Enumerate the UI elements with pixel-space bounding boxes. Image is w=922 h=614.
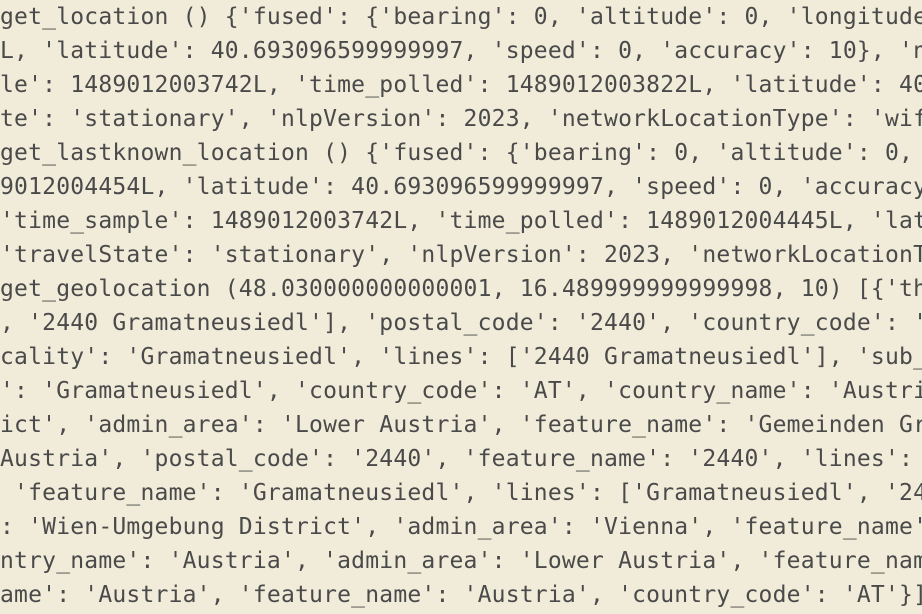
output-log: get_location () {'fused': {'bearing': 0,…: [0, 0, 922, 612]
output-line: 'time_sample': 1489012003742L, 'time_pol…: [0, 208, 922, 234]
output-line: cality': 'Gramatneusiedl', 'lines': ['24…: [0, 344, 922, 370]
output-line: L, 'latitude': 40.693096599999997, 'spee…: [0, 38, 922, 64]
output-line: te': 'stationary', 'nlpVersion': 2023, '…: [0, 106, 922, 132]
output-line: , '2440 Gramatneusiedl'], 'postal_code':…: [0, 310, 922, 336]
output-line: ame': 'Austria', 'feature_name': 'Austri…: [0, 582, 922, 608]
output-line: ': 'Gramatneusiedl', 'country_code': 'AT…: [0, 378, 922, 404]
output-line: Austria', 'postal_code': '2440', 'featur…: [0, 446, 922, 472]
output-line: get_lastknown_location () {'fused': {'be…: [0, 140, 914, 166]
output-line: 'feature_name': 'Gramatneusiedl', 'lines…: [0, 480, 922, 506]
terminal-output: get_location () {'fused': {'bearing': 0,…: [0, 0, 922, 614]
output-line: 9012004454L, 'latitude': 40.693096599999…: [0, 174, 922, 200]
output-line: ict', 'admin_area': 'Lower Austria', 'fe…: [0, 412, 922, 438]
output-line: get_location () {'fused': {'bearing': 0,…: [0, 4, 922, 30]
output-line: 'travelState': 'stationary', 'nlpVersion…: [0, 242, 922, 268]
output-line: get_geolocation (48.030000000000001, 16.…: [0, 276, 922, 302]
output-line: ntry_name': 'Austria', 'admin_area': 'Lo…: [0, 548, 922, 574]
output-line: le': 1489012003742L, 'time_polled': 1489…: [0, 72, 922, 98]
output-line: : 'Wien-Umgebung District', 'admin_area'…: [0, 514, 922, 540]
